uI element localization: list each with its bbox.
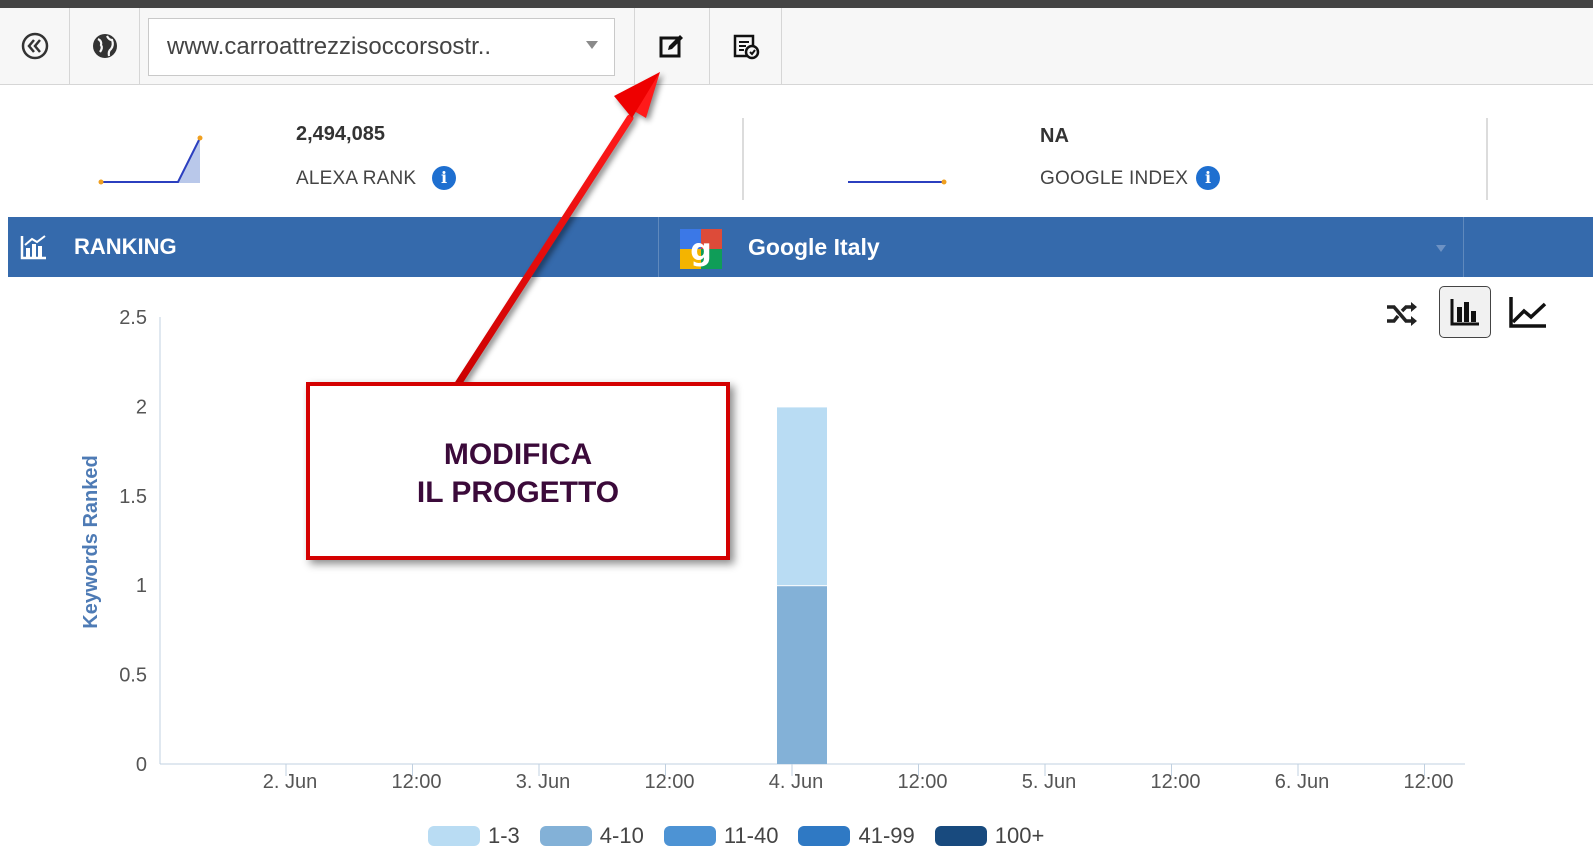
- line-chart-button[interactable]: [1504, 290, 1552, 334]
- x-tick-label: 4. Jun: [769, 771, 823, 793]
- window-top-border: [0, 0, 1593, 8]
- legend-item-4-10[interactable]: 4-10: [539, 823, 644, 849]
- x-tick-label: 12:00: [897, 771, 947, 793]
- bar-segment-4-10: [777, 586, 827, 764]
- legend-label: 100+: [994, 823, 1045, 848]
- legend-swatch: [539, 826, 592, 846]
- shuffle-button[interactable]: [1382, 296, 1422, 332]
- info-icon[interactable]: i: [1196, 166, 1220, 190]
- alexa-rank-value: 2,494,085: [296, 123, 385, 145]
- ranking-title: RANKING: [74, 234, 177, 259]
- bar-chart-icon: [1450, 299, 1479, 326]
- legend-label: 1-3: [488, 823, 520, 848]
- google-index-sparkline: [848, 179, 947, 185]
- bar-segment-1-3: [777, 407, 827, 586]
- chevron-down-icon: [1436, 245, 1446, 252]
- legend-label: 4-10: [599, 823, 644, 848]
- x-tick-label: 12:00: [644, 771, 694, 793]
- x-tick-label: 12:00: [1403, 771, 1453, 793]
- report-settings-icon: [733, 34, 759, 60]
- alexa-sparkline: [98, 135, 203, 185]
- globe-icon: [92, 34, 117, 58]
- legend-swatch: [934, 826, 987, 846]
- legend-swatch: [798, 826, 851, 846]
- x-tick-label: 6. Jun: [1275, 771, 1329, 793]
- legend-item-100-plus[interactable]: 100+: [934, 823, 1045, 849]
- bar-chart-button[interactable]: [1439, 286, 1491, 338]
- y-tick-label: 1: [136, 575, 147, 597]
- toolbar: www.carroattrezzisoccorsostr..: [0, 8, 1593, 85]
- x-tick-label: 5. Jun: [1022, 771, 1076, 793]
- info-icon[interactable]: i: [432, 166, 456, 190]
- report-settings-button[interactable]: [710, 8, 782, 84]
- google-index-value: NA: [1040, 125, 1069, 147]
- chart-legend: 1-3 4-10 11-40 41-99 100+: [428, 822, 1064, 850]
- legend-item-1-3[interactable]: 1-3: [428, 823, 520, 849]
- chart-icon: [20, 235, 46, 260]
- alexa-rank-label: ALEXA RANK: [296, 168, 417, 189]
- ranking-chart: Keywords Ranked 0 0.5 1 1.5 2 2.5 2. Jun 12:00 3…: [80, 307, 1465, 793]
- search-engine-label: Google Italy: [748, 234, 880, 260]
- metric-divider: [742, 118, 744, 200]
- legend-item-11-40[interactable]: 11-40: [663, 823, 779, 849]
- chart-bars: [777, 407, 827, 764]
- line-chart-icon: [1509, 297, 1547, 328]
- svg-text:g: g: [690, 233, 711, 268]
- edit-icon: [659, 35, 683, 58]
- globe-button[interactable]: [70, 8, 140, 84]
- y-axis-label: Keywords Ranked: [80, 455, 102, 628]
- ranking-header: RANKING g Google Italy: [8, 217, 1593, 277]
- x-tick-label: 12:00: [1150, 771, 1200, 793]
- url-value: www.carroattrezzisoccorsostr..: [167, 33, 492, 60]
- legend-label: 41-99: [858, 823, 915, 848]
- y-tick-label: 0: [136, 754, 147, 776]
- x-tick-label: 2. Jun: [263, 771, 317, 793]
- callout-line-1: MODIFICA: [443, 438, 593, 471]
- legend-item-41-99[interactable]: 41-99: [798, 823, 915, 849]
- y-tick-label: 1.5: [119, 486, 147, 508]
- legend-swatch: [428, 826, 480, 846]
- collapse-button[interactable]: [0, 8, 70, 84]
- edit-project-callout: MODIFICA IL PROGETTO: [306, 382, 730, 560]
- callout-line-2: IL PROGETTO: [416, 476, 620, 509]
- y-tick-label: 2: [136, 396, 147, 418]
- x-tick-label: 12:00: [391, 771, 441, 793]
- google-logo-icon: g: [680, 229, 722, 269]
- legend-swatch: [663, 826, 716, 846]
- y-tick-label: 2.5: [119, 307, 147, 329]
- edit-project-button[interactable]: [634, 8, 710, 84]
- shuffle-icon: [1387, 302, 1417, 326]
- x-tick-label: 3. Jun: [516, 771, 570, 793]
- y-tick-label: 0.5: [119, 665, 147, 687]
- legend-label: 11-40: [723, 823, 779, 848]
- ranking-divider: [1463, 217, 1464, 277]
- url-select[interactable]: www.carroattrezzisoccorsostr..: [148, 18, 615, 76]
- search-engine-select[interactable]: g Google Italy: [658, 217, 1463, 277]
- double-chevron-left-icon: [21, 32, 48, 60]
- google-index-label: GOOGLE INDEX: [1040, 168, 1189, 189]
- metric-divider: [1486, 118, 1488, 200]
- chevron-down-icon: [586, 41, 598, 49]
